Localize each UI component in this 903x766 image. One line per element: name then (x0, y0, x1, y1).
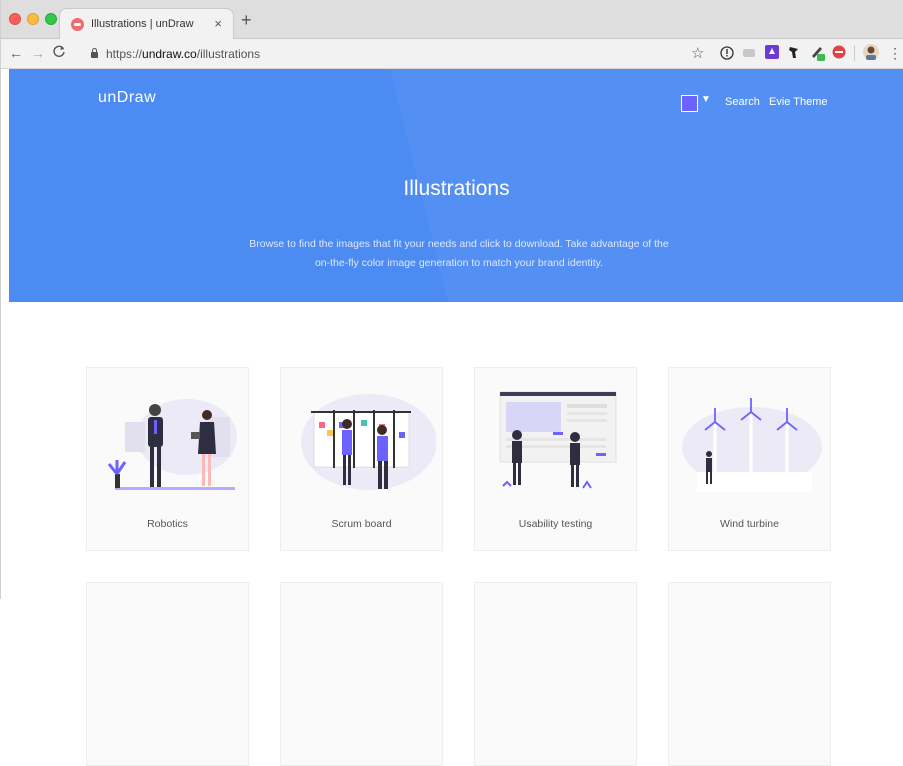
purple-extension-icon[interactable] (765, 45, 779, 59)
scrum-board-illustration (301, 394, 436, 490)
profile-avatar[interactable] (863, 44, 879, 60)
illustration-card-wind-turbine[interactable]: Wind turbine (668, 367, 831, 551)
illustration-card-usability-testing[interactable]: Usability testing (474, 367, 637, 551)
illustration-card-robotics[interactable]: Robotics (86, 367, 249, 551)
forward-arrow-icon[interactable]: → (31, 45, 45, 61)
robotics-illustration (107, 399, 237, 490)
usability-testing-illustration (499, 391, 617, 489)
window-maximize-button[interactable] (45, 13, 57, 25)
address-bar[interactable]: https://undraw.co/illustrations ☆ (76, 42, 716, 66)
window-close-button[interactable] (9, 13, 21, 25)
card-label: Wind turbine (720, 518, 779, 530)
card-label: Scrum board (331, 518, 392, 530)
nav-search-link[interactable]: Search (725, 96, 760, 108)
wind-turbine-illustration (682, 398, 822, 492)
page-title: Illustrations (403, 177, 510, 200)
chat-extension-icon[interactable] (742, 47, 756, 59)
info-extension-icon[interactable] (720, 46, 734, 60)
tab-illustrations[interactable]: Illustrations | unDraw × (59, 8, 234, 40)
hero-section: unDraw ▼ Search Evie Theme Illustrations… (9, 69, 903, 302)
window-minimize-button[interactable] (27, 13, 39, 25)
back-arrow-icon[interactable]: ← (9, 45, 23, 61)
color-picker-swatch[interactable] (681, 95, 698, 112)
illustration-card[interactable] (668, 582, 831, 766)
tab-close-icon[interactable]: × (214, 16, 222, 31)
new-tab-button[interactable]: + (241, 11, 252, 29)
illustration-card[interactable] (474, 582, 637, 766)
nav-theme-link[interactable]: Evie Theme (769, 96, 828, 108)
tab-title: Illustrations | unDraw (91, 18, 194, 30)
bird-extension-icon[interactable] (787, 45, 801, 59)
card-label: Robotics (147, 518, 188, 530)
reload-icon[interactable] (53, 45, 66, 62)
browser-window: Illustrations | unDraw × + ← → https://u… (0, 0, 903, 766)
toolbar-divider (854, 45, 855, 61)
block-extension-icon[interactable] (832, 45, 846, 59)
chevron-down-icon[interactable]: ▼ (701, 94, 711, 105)
illustration-card[interactable] (280, 582, 443, 766)
undraw-favicon-icon (71, 18, 84, 31)
site-logo[interactable]: unDraw (98, 89, 156, 107)
illustration-card[interactable] (86, 582, 249, 766)
lock-icon (91, 48, 98, 58)
page-description: Browse to find the images that fit your … (249, 238, 669, 269)
card-label: Usability testing (518, 518, 593, 530)
url-text: https://undraw.co/illustrations (106, 47, 261, 61)
browser-toolbar: ← → https://undraw.co/illustrations ☆ ⋮ (1, 39, 903, 69)
pen-extension-icon[interactable] (809, 44, 825, 61)
illustration-card-scrum-board[interactable]: Scrum board (280, 367, 443, 551)
tab-bar: Illustrations | unDraw × + (1, 0, 903, 40)
bookmark-star-icon[interactable]: ☆ (691, 44, 704, 62)
browser-menu-icon[interactable]: ⋮ (888, 45, 902, 62)
